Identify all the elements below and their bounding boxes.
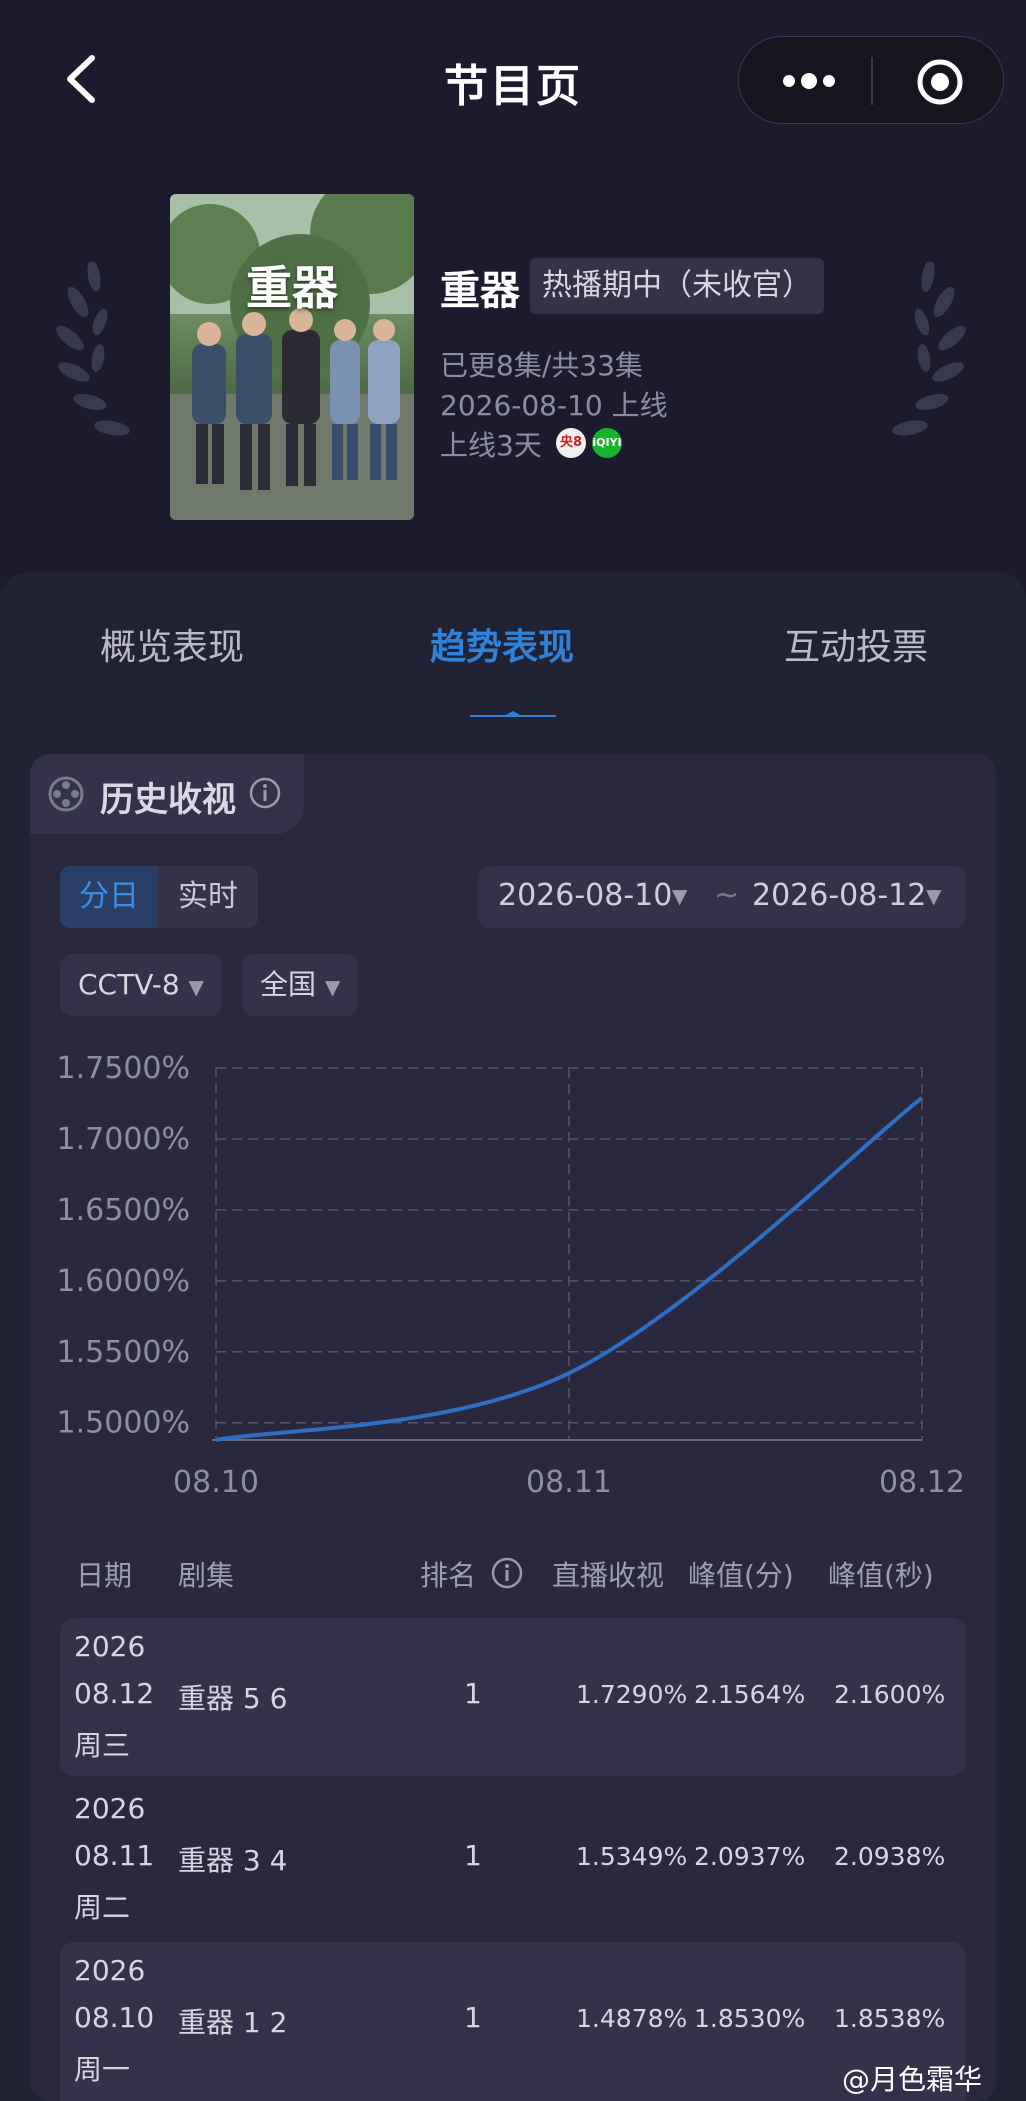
- start-date[interactable]: 2026-08-10: [498, 878, 672, 913]
- row-date: 08.10: [74, 2001, 155, 2034]
- granularity-toggle: 分日 实时: [60, 866, 258, 928]
- date-range-picker: 2026-08-10 ▼ ~ 2026-08-12 ▼: [478, 866, 966, 928]
- rank-info-icon[interactable]: [490, 1556, 524, 1590]
- row-episode: 重器 5 6: [178, 1682, 288, 1715]
- row-rating: 1.4878%: [576, 2004, 688, 2033]
- row-episode: 重器 3 4: [178, 1844, 288, 1877]
- close-target-icon[interactable]: [915, 57, 965, 107]
- row-rank: 1: [464, 1839, 482, 1872]
- row-year: 2026: [74, 1954, 146, 1987]
- cctv8-icon: 央8: [556, 428, 586, 458]
- x-tick-label: 08.12: [879, 1465, 965, 1500]
- row-rating: 1.7290%: [576, 1680, 688, 1709]
- section-title: 历史收视: [100, 780, 236, 820]
- top-bar: 节目页: [0, 0, 1026, 160]
- row-date: 08.12: [74, 1677, 155, 1710]
- x-tick-label: 08.10: [173, 1465, 259, 1500]
- show-name: 重器: [440, 268, 520, 314]
- row-rank: 1: [464, 2001, 482, 2034]
- channel-value: CCTV-8: [78, 968, 180, 1001]
- show-poster[interactable]: 重器: [170, 194, 414, 520]
- y-tick-label: 1.6000%: [57, 1264, 190, 1299]
- region-filter[interactable]: 全国 ▼: [242, 954, 359, 1016]
- caret-down-icon: ▼: [672, 884, 688, 908]
- row-peak-sec: 2.1600%: [834, 1680, 946, 1709]
- film-reel-icon: [48, 776, 84, 812]
- caret-down-icon: ▼: [926, 884, 942, 908]
- y-tick-label: 1.7000%: [57, 1122, 190, 1157]
- channel-filter[interactable]: CCTV-8 ▼: [60, 954, 222, 1016]
- toggle-daily[interactable]: 分日: [60, 866, 158, 928]
- status-badge: 热播期中（未收官）: [530, 258, 824, 314]
- header-peak-sec: 峰值(秒): [828, 1559, 934, 1592]
- x-tick-label: 08.11: [526, 1465, 612, 1500]
- card-header: 历史收视: [30, 754, 304, 834]
- header-date: 日期: [76, 1559, 133, 1592]
- header-peak-min: 峰值(分): [688, 1559, 794, 1592]
- days-online: 上线3天: [440, 429, 542, 462]
- row-peak-sec: 1.8538%: [834, 2004, 946, 2033]
- rating-line-chart: 1.7500% 1.7000% 1.6500% 1.6000% 1.5500% 1.500…: [57, 1051, 965, 1500]
- tab-vote[interactable]: 互动投票: [784, 618, 928, 670]
- more-icon[interactable]: [779, 67, 839, 95]
- row-rank: 1: [464, 1677, 482, 1710]
- header-episode: 剧集: [178, 1559, 235, 1592]
- info-icon[interactable]: [248, 776, 282, 810]
- premiere-date: 2026-08-10 上线: [440, 389, 668, 422]
- poster-title: 重器: [246, 261, 338, 315]
- y-tick-label: 1.7500%: [57, 1051, 190, 1086]
- episode-count: 已更8集/共33集: [440, 349, 643, 382]
- end-date[interactable]: 2026-08-12: [752, 878, 926, 913]
- mini-program-capsule: [738, 36, 1004, 124]
- laurel-left-icon: [56, 262, 130, 436]
- row-episode: 重器 1 2: [178, 2006, 288, 2039]
- laurel-right-icon: [892, 262, 966, 436]
- row-peak-sec: 2.0938%: [834, 1842, 946, 1871]
- row-peak-min: 2.1564%: [694, 1680, 806, 1709]
- toggle-realtime[interactable]: 实时: [158, 866, 258, 928]
- y-tick-label: 1.5500%: [57, 1335, 190, 1370]
- poster-image: [170, 194, 414, 520]
- caret-down-icon: ▼: [188, 975, 204, 999]
- active-tab-indicator: [470, 711, 556, 717]
- row-year: 2026: [74, 1792, 146, 1825]
- region-value: 全国: [260, 968, 317, 1001]
- tab-trend[interactable]: 趋势表现: [430, 618, 574, 670]
- row-peak-min: 2.0937%: [694, 1842, 806, 1871]
- date-separator: ~: [714, 878, 740, 913]
- iqiyi-icon: iQIYI: [592, 428, 622, 458]
- header-live-rating: 直播收视: [552, 1559, 665, 1592]
- header-rank: 排名: [420, 1559, 477, 1592]
- weibo-watermark: @月色霜华: [842, 2063, 983, 2096]
- row-date: 08.11: [74, 1839, 155, 1872]
- row-weekday: 周一: [74, 2053, 131, 2086]
- y-tick-label: 1.6500%: [57, 1193, 190, 1228]
- row-year: 2026: [74, 1630, 146, 1663]
- y-tick-label: 1.5000%: [57, 1406, 190, 1441]
- row-weekday: 周三: [74, 1729, 131, 1762]
- row-peak-min: 1.8530%: [694, 2004, 806, 2033]
- capsule-divider: [871, 57, 873, 105]
- row-rating: 1.5349%: [576, 1842, 688, 1871]
- caret-down-icon: ▼: [324, 975, 341, 999]
- platform-icons: 央8 iQIYI: [556, 428, 622, 458]
- tab-overview[interactable]: 概览表现: [100, 618, 244, 670]
- row-weekday: 周二: [74, 1891, 131, 1924]
